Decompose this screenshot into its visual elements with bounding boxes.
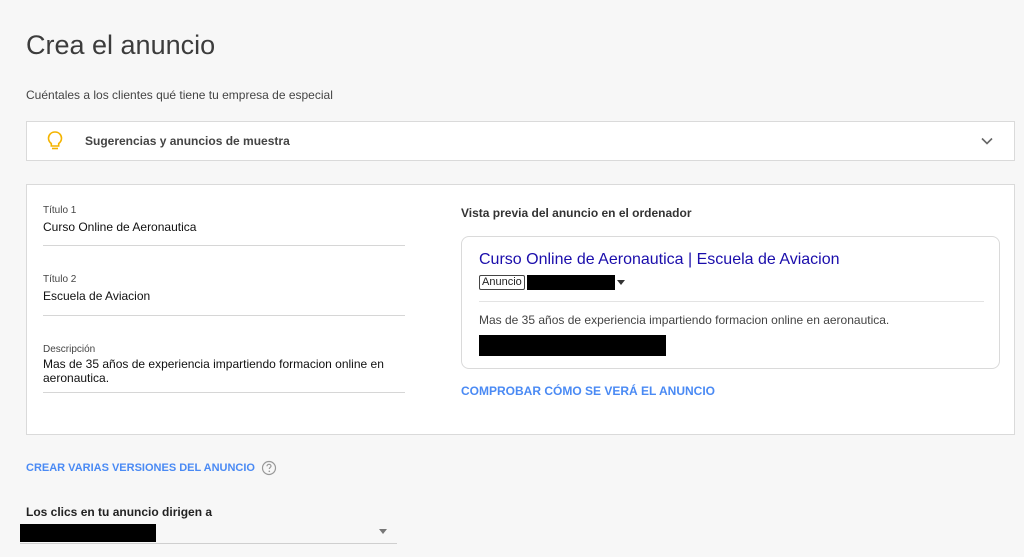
title2-label: Título 2 [43, 274, 77, 285]
help-icon[interactable] [261, 460, 277, 476]
preview-heading: Vista previa del anuncio en el ordenador [461, 206, 692, 220]
redacted-display-url [526, 275, 615, 290]
redacted-final-url [20, 524, 156, 542]
title2-input[interactable]: Escuela de Aviacion [43, 289, 405, 303]
ad-preview-description: Mas de 35 años de experiencia impartiend… [479, 313, 890, 327]
lightbulb-icon [47, 131, 63, 150]
title1-input[interactable]: Curso Online de Aeronautica [43, 220, 405, 234]
page-title: Crea el anuncio [26, 30, 216, 60]
create-versions-link[interactable]: CREAR VARIAS VERSIONES DEL ANUNCIO [26, 462, 255, 474]
description-input[interactable]: Mas de 35 años de experiencia impartiend… [43, 357, 405, 385]
ad-preview-headline: Curso Online de Aeronautica | Escuela de… [479, 251, 840, 268]
description-field[interactable]: Descripción Mas de 35 años de experienci… [43, 344, 405, 393]
final-url-label: Los clics en tu anuncio dirigen a [26, 505, 213, 519]
versions-row: CREAR VARIAS VERSIONES DEL ANUNCIO [26, 460, 277, 476]
ad-badge: Anuncio [479, 275, 525, 290]
ad-preview-divider [479, 301, 984, 302]
ad-editor-panel: Título 1 Curso Online de Aeronautica Tít… [26, 184, 1015, 435]
ad-preview-url-row: Anuncio [479, 275, 625, 290]
chevron-down-icon[interactable] [980, 134, 994, 148]
title1-label: Título 1 [43, 205, 77, 216]
redacted-extension [479, 335, 666, 356]
caret-down-icon [616, 279, 625, 285]
description-label: Descripción [43, 344, 96, 355]
suggestions-panel[interactable]: Sugerencias y anuncios de muestra [26, 121, 1015, 161]
page-subtitle: Cuéntales a los clientes qué tiene tu em… [26, 88, 333, 102]
title1-field[interactable]: Título 1 Curso Online de Aeronautica [43, 205, 405, 246]
title2-field[interactable]: Título 2 Escuela de Aviacion [43, 274, 405, 316]
suggestions-label: Sugerencias y anuncios de muestra [85, 134, 290, 148]
caret-down-icon [379, 529, 387, 534]
final-url-select[interactable] [20, 520, 397, 544]
ad-preview-card: Curso Online de Aeronautica | Escuela de… [461, 236, 1000, 369]
check-ad-preview-link[interactable]: COMPROBAR CÓMO SE VERÁ EL ANUNCIO [461, 384, 715, 398]
